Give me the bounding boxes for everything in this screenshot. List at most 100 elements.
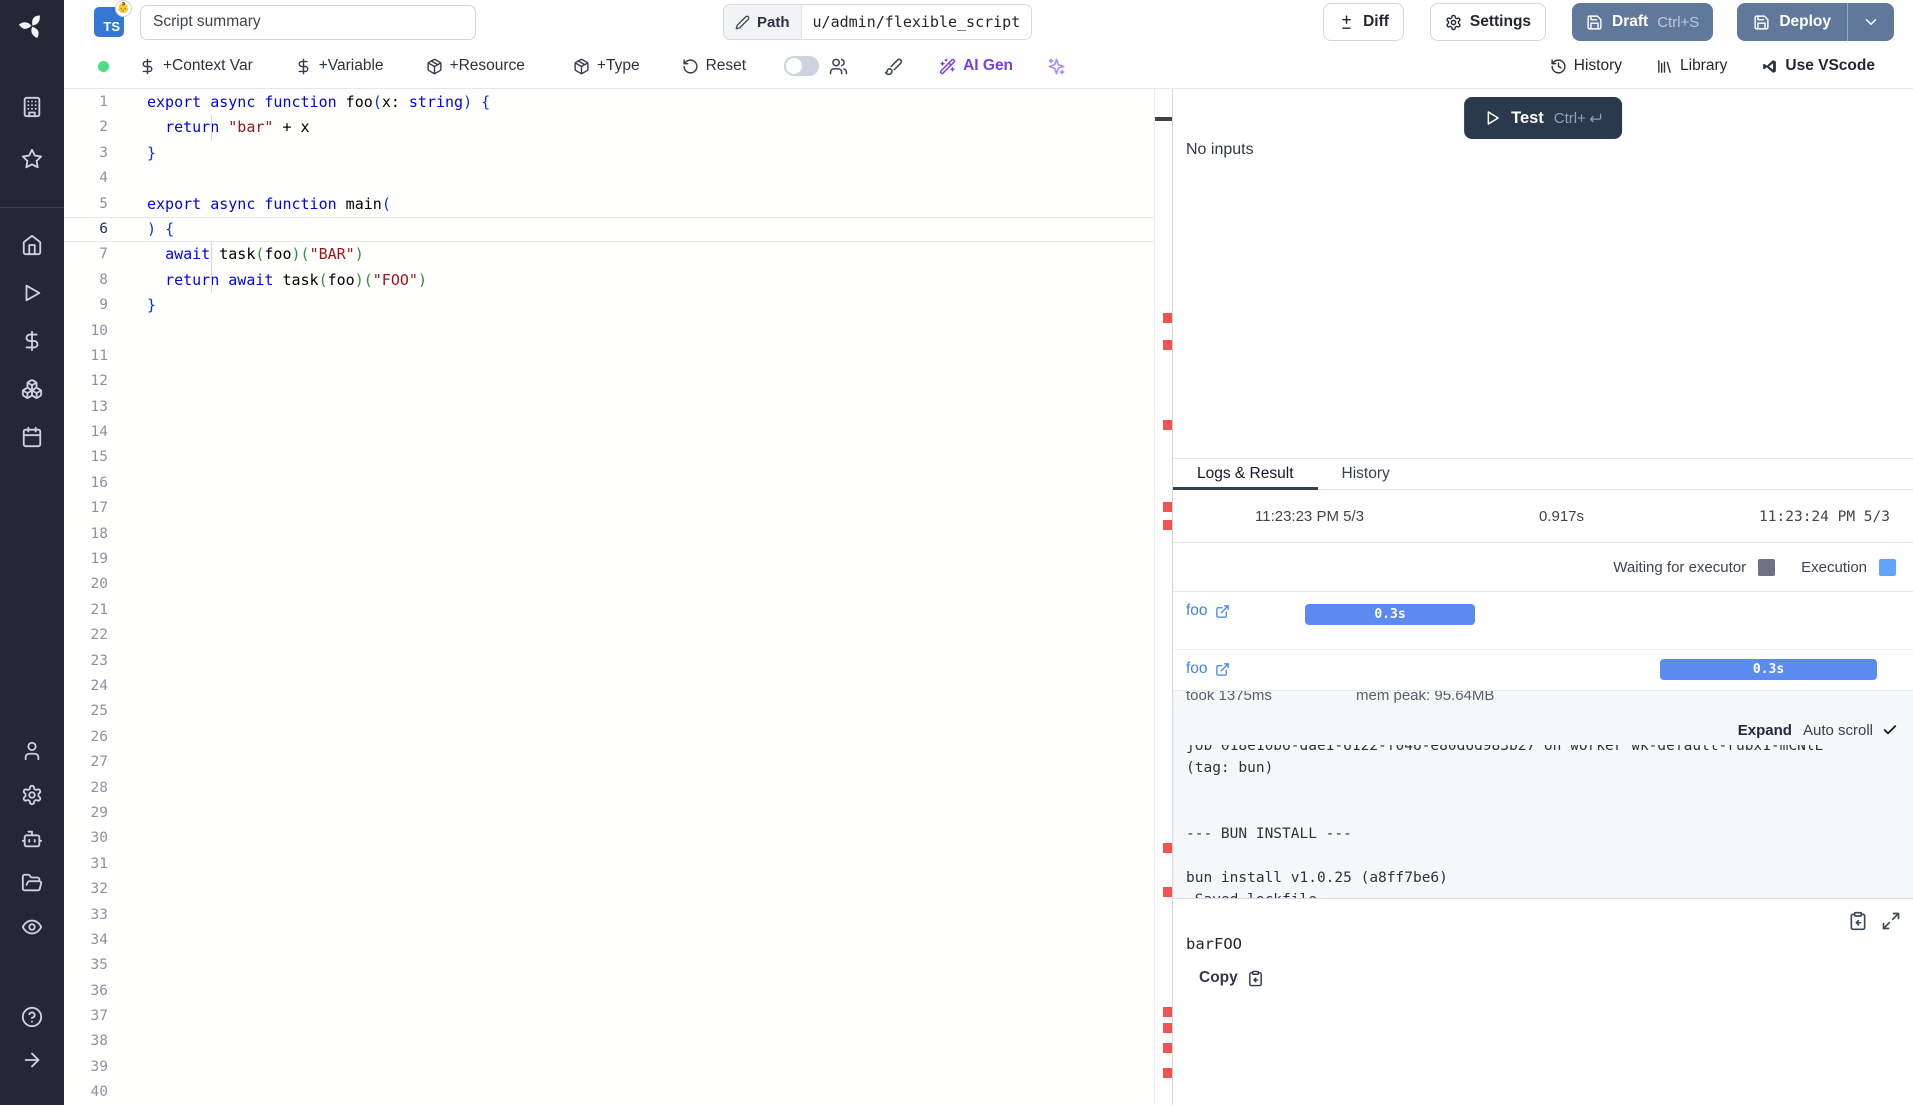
code-line: 38 <box>64 1029 1154 1054</box>
copy-button[interactable]: Copy <box>1199 969 1264 987</box>
add-type-button[interactable]: +Type <box>573 57 640 75</box>
code-line: 6) { <box>64 217 1154 242</box>
line-number: 38 <box>64 1029 130 1054</box>
deploy-button[interactable]: Deploy <box>1737 3 1894 41</box>
mem-peak-text: mem peak: 95.64MB <box>1356 691 1494 704</box>
pencil-icon <box>735 15 750 30</box>
sidebar-item-boxes[interactable] <box>21 378 43 400</box>
add-variable-button[interactable]: +Variable <box>295 57 384 75</box>
job-link[interactable]: foo <box>1186 660 1230 678</box>
add-type-label: +Type <box>597 57 640 75</box>
test-button[interactable]: Test Ctrl+ <box>1464 97 1622 139</box>
script-summary-input[interactable] <box>140 5 476 40</box>
run-timestamps-row: 11:23:23 PM 5/3 0.917s 11:23:24 PM 5/3 <box>1173 491 1913 543</box>
code-line: 13 <box>64 395 1154 420</box>
sparkles-button[interactable] <box>1047 57 1066 76</box>
code-line: 31 <box>64 852 1154 877</box>
sidebar-item-folder-open[interactable] <box>21 872 43 894</box>
code-line: 30 <box>64 826 1154 851</box>
code-editor[interactable]: 1export async function foo(x: string) {2… <box>64 89 1154 1105</box>
line-number: 13 <box>64 395 130 420</box>
line-number: 28 <box>64 776 130 801</box>
job-link[interactable]: foo <box>1186 602 1230 620</box>
code-line: 29 <box>64 801 1154 826</box>
code-rows: 1export async function foo(x: string) {2… <box>64 90 1154 1106</box>
autoscroll-toggle[interactable]: Auto scroll <box>1803 722 1898 739</box>
copy-result-button[interactable] <box>1848 911 1868 931</box>
line-number: 26 <box>64 725 130 750</box>
code-line: 25 <box>64 699 1154 724</box>
timing-rows: foo0.3sfoo0.3s <box>1173 592 1913 690</box>
line-number: 11 <box>64 344 130 369</box>
code-text <box>130 471 147 496</box>
external-link-icon <box>1215 604 1230 619</box>
status-dot <box>98 61 109 72</box>
code-line: 10 <box>64 319 1154 344</box>
reset-label: Reset <box>706 57 747 75</box>
enter-key-icon <box>1588 111 1603 126</box>
log-header: Expand Auto scroll <box>1173 715 1913 745</box>
sidebar-item-user[interactable] <box>21 740 43 762</box>
sidebar-item-eye[interactable] <box>21 916 43 938</box>
path-value: u/admin/flexible_script <box>802 5 1032 39</box>
run-stats-row: took 1375ms mem peak: 95.64MB <box>1173 691 1913 715</box>
code-text <box>130 420 147 445</box>
sidebar-item-bot[interactable] <box>21 828 43 850</box>
diff-icon <box>1338 14 1355 31</box>
use-vscode-button[interactable]: Use VScode <box>1761 57 1875 75</box>
code-line: 5export async function main( <box>64 192 1154 217</box>
ai-gen-button[interactable]: AI Gen <box>939 57 1013 75</box>
sidebar-item-gear[interactable] <box>21 784 43 806</box>
code-line: 18 <box>64 522 1154 547</box>
brush-icon <box>884 57 903 76</box>
sidebar-group-admin <box>0 740 64 938</box>
multiplayer-users-button[interactable] <box>829 57 848 76</box>
code-line: 27 <box>64 750 1154 775</box>
path-button[interactable]: Path u/admin/flexible_script <box>723 4 1032 40</box>
library-label: Library <box>1680 57 1727 75</box>
indent-guide <box>211 115 212 140</box>
line-number: 7 <box>64 242 130 267</box>
diff-button[interactable]: Diff <box>1323 3 1404 41</box>
line-number: 6 <box>64 218 130 241</box>
sidebar-item-home[interactable] <box>21 234 43 256</box>
windmill-logo-icon[interactable] <box>18 12 46 40</box>
dollar-icon <box>295 58 312 75</box>
format-brush-button[interactable] <box>884 57 903 76</box>
line-number: 37 <box>64 1004 130 1029</box>
code-line: 23 <box>64 649 1154 674</box>
deploy-main[interactable]: Deploy <box>1737 13 1847 31</box>
sidebar-item-calendar[interactable] <box>21 426 43 448</box>
sidebar-item-help-circle[interactable] <box>21 1006 43 1028</box>
tab-history[interactable]: History <box>1318 459 1414 489</box>
log-section: took 1375ms mem peak: 95.64MB Expand Aut… <box>1173 690 1913 898</box>
library-button[interactable]: Library <box>1656 57 1727 75</box>
calendar-icon <box>21 426 43 448</box>
add-context-var-button[interactable]: +Context Var <box>139 57 253 75</box>
add-resource-button[interactable]: +Resource <box>426 57 525 75</box>
sidebar-item-dollar[interactable] <box>21 330 43 352</box>
check-icon <box>1882 722 1898 738</box>
line-number: 31 <box>64 852 130 877</box>
draft-button[interactable]: Draft Ctrl+S <box>1572 3 1713 41</box>
code-text <box>130 674 147 699</box>
line-number: 2 <box>64 115 130 140</box>
expand-logs-button[interactable]: Expand <box>1738 722 1792 739</box>
code-text <box>130 1055 147 1080</box>
collab-toggle[interactable] <box>784 56 819 76</box>
sidebar-item-star[interactable] <box>21 148 43 170</box>
sidebar-item-arrow-right[interactable] <box>21 1049 43 1071</box>
history-button[interactable]: History <box>1550 57 1622 75</box>
code-text: } <box>130 293 156 318</box>
editor-overview-ruler <box>1154 89 1172 1105</box>
legend-waiting-swatch <box>1758 559 1775 576</box>
code-text: await task(foo)("BAR") <box>130 242 364 267</box>
settings-button[interactable]: Settings <box>1430 3 1546 41</box>
tab-logs-and-result[interactable]: Logs & Result <box>1173 459 1318 489</box>
deploy-dropdown-toggle[interactable] <box>1848 13 1894 31</box>
sidebar-item-building[interactable] <box>21 96 43 118</box>
fullscreen-result-button[interactable] <box>1881 911 1901 931</box>
timing-row: foo0.3s <box>1173 650 1913 690</box>
reset-button[interactable]: Reset <box>682 57 747 75</box>
sidebar-item-play[interactable] <box>21 282 43 304</box>
